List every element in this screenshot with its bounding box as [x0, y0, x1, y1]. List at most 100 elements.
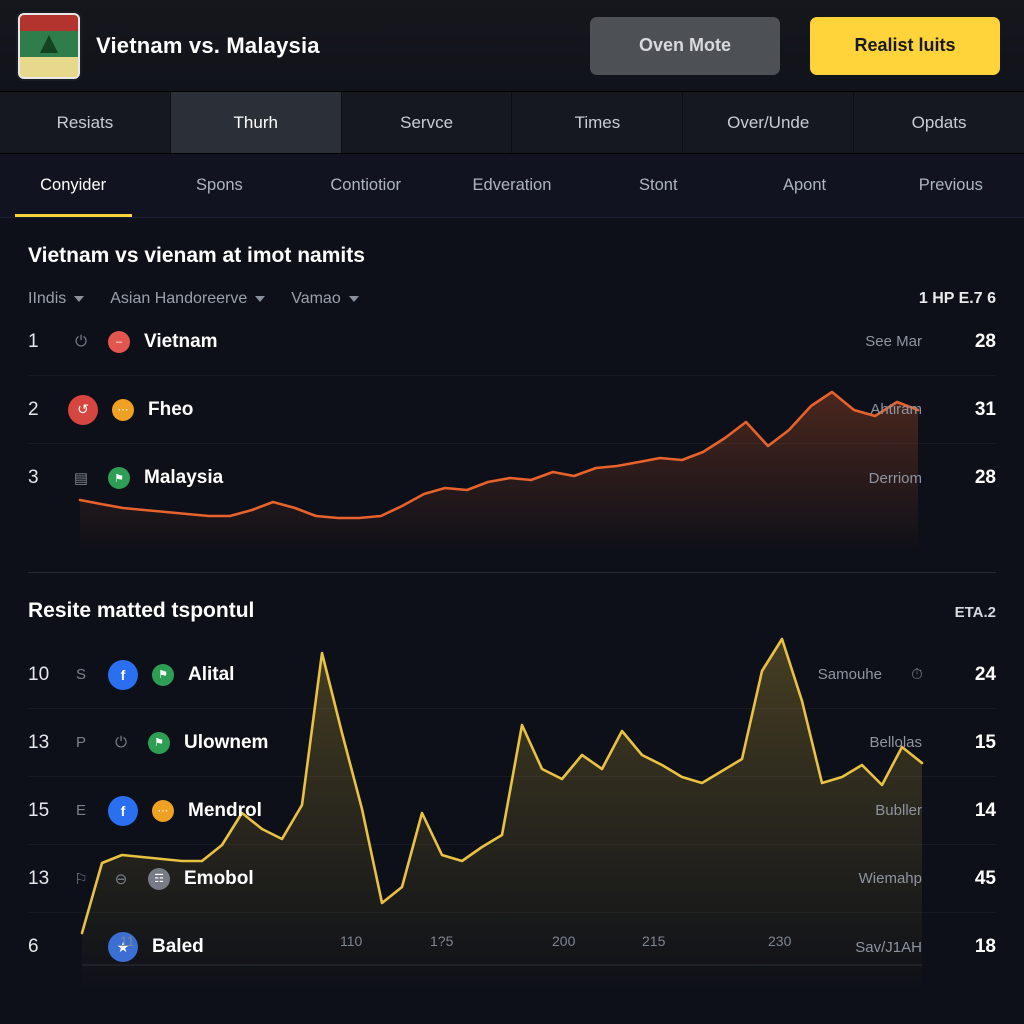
chevron-down-icon: [74, 296, 85, 302]
x-tick: 110: [340, 933, 363, 949]
letter-icon: E: [75, 802, 86, 819]
top-panel: Vietnam vs vienam at imot namits IIndis …: [0, 218, 1024, 554]
bottom-panel-rows: 10 S f ⚑ Alital Samouhe ⏱ 24 13 P ⏻ ⚑ Ul…: [28, 641, 996, 981]
primary-tab-bar: Resiats Thurh Servce Times Over/Unde Opd…: [0, 92, 1024, 154]
table-row[interactable]: 1 ⏻ – Vietnam See Mar 28: [28, 308, 996, 376]
clock-icon: ⏱: [911, 666, 923, 683]
x-tick: 11: [120, 933, 135, 949]
subtab-contiotior[interactable]: Contiotior: [293, 154, 439, 217]
row-value: 18: [974, 936, 996, 957]
bottom-panel-title: Resite matted tspontul: [28, 599, 255, 622]
table-row[interactable]: 15 E f ⋯ Mendrol Bubller 14: [28, 777, 996, 845]
row-team-name: Emobol: [184, 867, 254, 889]
status-dot-orange: ⋯: [152, 799, 174, 822]
top-panel-meta: 1 HP E.7 6: [918, 290, 996, 307]
subtab-apont[interactable]: Apont: [731, 154, 877, 217]
table-row[interactable]: 3 ▤ ⚑ Malaysia Derriom 28: [28, 444, 996, 512]
top-panel-filters: IIndis Asian Handoreerve Vamao 1 HP E.7 …: [28, 268, 996, 308]
status-dot-green: ⚑: [152, 663, 174, 686]
row-value: 28: [974, 467, 996, 488]
shield-crest-icon: [18, 12, 80, 79]
tab-thurh[interactable]: Thurh: [170, 92, 342, 153]
app-header: Vietnam vs. Malaysia Oven Mote Realist l…: [0, 0, 1024, 92]
chevron-down-icon: [348, 296, 359, 302]
row-rank: 13: [28, 867, 50, 889]
flag-icon: ⚐: [74, 870, 88, 888]
row-rank: 3: [28, 467, 39, 488]
status-dot-green: ⚑: [108, 467, 130, 489]
table-row[interactable]: 6 ★ Baled Sav/J1AH 18: [28, 913, 996, 981]
row-note: Derriom: [868, 469, 922, 487]
row-value: 45: [974, 867, 996, 889]
spacer-icon: [68, 934, 94, 960]
status-dot-green: ⚑: [148, 731, 170, 754]
table-row[interactable]: 10 S f ⚑ Alital Samouhe ⏱ 24: [28, 641, 996, 709]
facebook-icon: f: [108, 795, 138, 826]
top-panel-title: Vietnam vs vienam at imot namits: [28, 244, 365, 267]
row-team-name: Fheo: [148, 398, 194, 420]
row-value: 24: [974, 663, 996, 685]
power-icon: ⏻: [115, 734, 127, 751]
top-panel-rows: 1 ⏻ – Vietnam See Mar 28 2 ↺ ⋯ Fheo Ahti…: [28, 308, 996, 512]
row-rank: 1: [28, 330, 39, 352]
minus-circle-icon: ⊖: [114, 870, 128, 888]
refresh-badge-icon: ↺: [68, 394, 98, 425]
row-note: Bellolas: [869, 734, 922, 751]
row-team-name: Malaysia: [144, 467, 224, 488]
x-tick: 215: [642, 933, 666, 949]
row-note: Wiemahp: [858, 870, 922, 887]
tab-over-under[interactable]: Over/Unde: [683, 92, 855, 153]
tab-servce[interactable]: Servce: [342, 92, 513, 153]
filter-vamao[interactable]: Vamao: [291, 290, 359, 308]
row-team-name: Ulownem: [184, 731, 269, 753]
filter-asian-handicap-label: Asian Handoreerve: [110, 290, 248, 307]
status-dot-orange: ⋯: [112, 398, 134, 421]
primary-action-button[interactable]: Realist luits: [810, 16, 1000, 75]
row-team-name: Mendrol: [188, 799, 262, 821]
secondary-tab-bar: Conyider Spons Contiotior Edveration Sto…: [0, 154, 1024, 218]
chevron-down-icon: [255, 296, 266, 302]
letter-icon: P: [75, 734, 86, 751]
x-tick: 200: [552, 933, 576, 949]
row-note: Bubller: [875, 802, 922, 819]
bottom-panel: Resite matted tspontul ETA.2 10 S f ⚑ Al…: [0, 573, 1024, 1024]
power-icon: ⏻: [75, 333, 87, 350]
subtab-spons[interactable]: Spons: [146, 154, 292, 217]
row-team-name: Alital: [188, 663, 235, 685]
row-note: Samouhe: [817, 666, 882, 683]
facebook-icon: f: [108, 659, 138, 690]
row-value: 15: [974, 731, 996, 753]
bottom-panel-meta: ETA.2: [954, 604, 996, 621]
page-title: Vietnam vs. Malaysia: [96, 32, 320, 58]
filter-vamao-label: Vamao: [291, 290, 341, 307]
row-rank: 10: [28, 663, 50, 685]
row-value: 28: [974, 330, 996, 352]
secondary-action-button[interactable]: Oven Mote: [590, 16, 780, 75]
row-value: 14: [974, 799, 996, 821]
x-tick: 1?5: [430, 933, 454, 949]
tab-times[interactable]: Times: [512, 92, 684, 153]
subtab-edveration[interactable]: Edveration: [439, 154, 585, 217]
filter-iindis[interactable]: IIndis: [28, 290, 85, 308]
subtab-conyider[interactable]: Conyider: [0, 154, 146, 217]
tab-opdats[interactable]: Opdats: [854, 92, 1024, 153]
table-row[interactable]: 2 ↺ ⋯ Fheo Ahtiram 31: [28, 376, 996, 444]
table-row[interactable]: 13 ⚐ ⊖ ☶ Emobol Wiemahp 45: [28, 845, 996, 913]
row-rank: 2: [28, 398, 39, 420]
row-rank: 6: [28, 936, 39, 957]
row-note: Sav/J1AH: [855, 938, 922, 956]
row-value: 31: [974, 398, 996, 420]
subtab-stont[interactable]: Stont: [585, 154, 731, 217]
row-team-name: Vietnam: [144, 330, 218, 352]
status-dot-gray: ☶: [148, 867, 170, 890]
filter-asian-handicap[interactable]: Asian Handoreerve: [110, 290, 266, 308]
table-row[interactable]: 13 P ⏻ ⚑ Ulownem Bellolas 15: [28, 709, 996, 777]
x-tick: 230: [768, 933, 792, 949]
row-rank: 13: [28, 731, 50, 753]
filter-iindis-label: IIndis: [28, 290, 67, 307]
id-icon: ▤: [73, 470, 89, 487]
subtab-previous[interactable]: Previous: [878, 154, 1024, 217]
app-window: Vietnam vs. Malaysia Oven Mote Realist l…: [0, 0, 1024, 1024]
letter-icon: S: [75, 666, 86, 683]
tab-resiats[interactable]: Resiats: [0, 92, 171, 153]
